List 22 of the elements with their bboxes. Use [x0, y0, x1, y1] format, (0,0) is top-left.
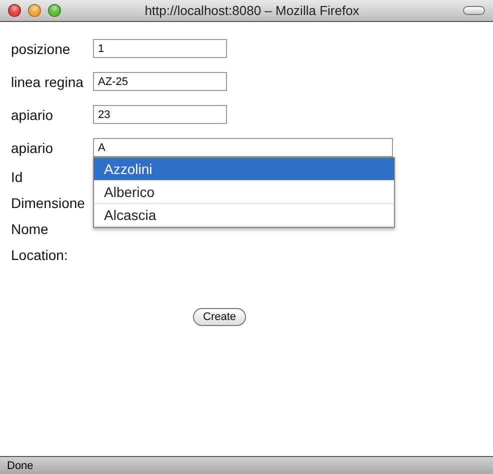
- field-label: apiario: [11, 140, 54, 156]
- text-field[interactable]: 23: [93, 105, 227, 124]
- toolbar-toggle-icon[interactable]: [463, 6, 485, 15]
- zoom-icon[interactable]: [48, 4, 61, 17]
- create-button[interactable]: Create: [193, 308, 246, 326]
- field-label: linea regina: [11, 74, 84, 90]
- close-icon[interactable]: [8, 4, 21, 17]
- status-text: Done: [7, 460, 34, 472]
- field-label: apiario: [11, 106, 54, 122]
- suggestion-item[interactable]: Alberico: [94, 181, 394, 204]
- text-field[interactable]: AZ-25: [93, 72, 227, 91]
- field-label: Id: [11, 169, 24, 185]
- window-title: http://localhost:8080 – Mozilla Firefox: [144, 3, 360, 18]
- field-label: Nome: [11, 221, 50, 237]
- minimize-icon[interactable]: [28, 4, 41, 17]
- suggestion-item[interactable]: Alcascia: [94, 204, 394, 227]
- text-field[interactable]: 1: [93, 39, 227, 58]
- field-label: Dimensione: [11, 195, 86, 211]
- field-label: Location:: [11, 247, 69, 263]
- text-field[interactable]: A: [93, 138, 393, 157]
- field-label: posizione: [11, 40, 72, 56]
- suggestion-item[interactable]: Azzolini: [94, 158, 394, 181]
